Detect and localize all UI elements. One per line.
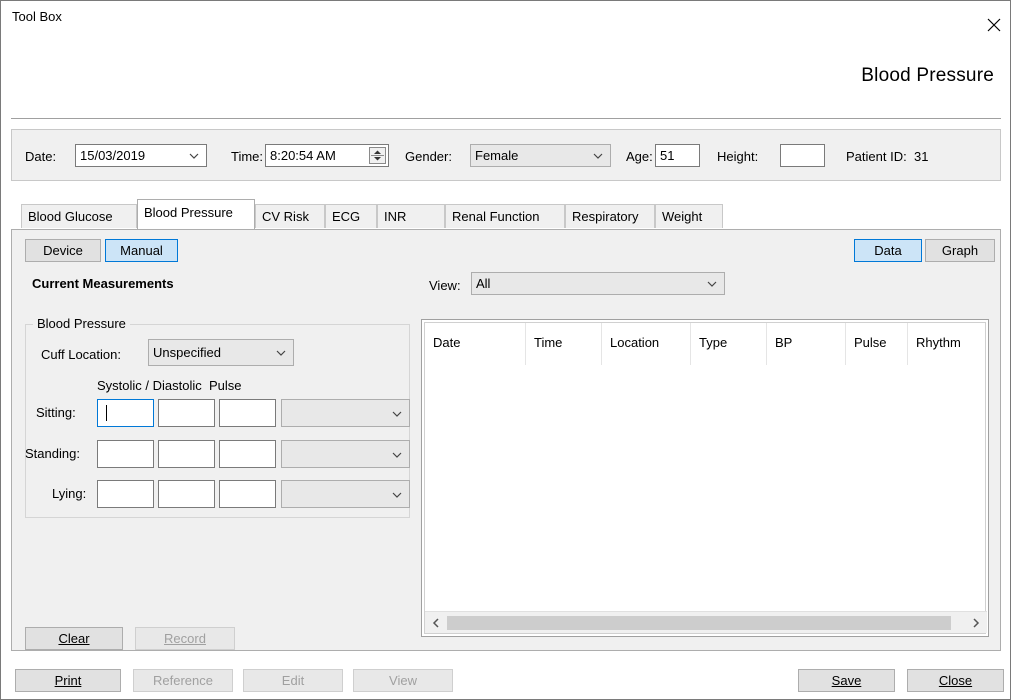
column-header-location[interactable]: Location bbox=[602, 323, 691, 365]
date-label: Date: bbox=[25, 149, 57, 164]
tab-respiratory[interactable]: Respiratory bbox=[565, 204, 655, 228]
tab-strip: Blood Glucose Blood Pressure CV Risk ECG… bbox=[11, 199, 1001, 229]
sitting-pulse-input[interactable] bbox=[219, 399, 276, 427]
tab-inr[interactable]: INR bbox=[377, 204, 445, 228]
date-picker[interactable]: 15/03/2019 bbox=[75, 144, 207, 167]
column-header-rhythm[interactable]: Rhythm bbox=[908, 323, 987, 365]
horizontal-scrollbar[interactable] bbox=[425, 611, 987, 633]
standing-diastolic-input[interactable] bbox=[158, 440, 215, 468]
page-title: Blood Pressure bbox=[861, 65, 994, 86]
tab-weight[interactable]: Weight bbox=[655, 204, 723, 228]
graph-view-button[interactable]: Graph bbox=[925, 239, 995, 262]
time-field[interactable]: 8:20:54 AM bbox=[265, 144, 389, 167]
age-label: Age: bbox=[626, 149, 653, 164]
edit-button: Edit bbox=[243, 669, 343, 692]
tab-blood-glucose[interactable]: Blood Glucose bbox=[21, 204, 137, 228]
chevron-down-icon bbox=[392, 411, 402, 417]
standing-label: Standing: bbox=[25, 446, 80, 461]
cuff-location-select[interactable]: Unspecified bbox=[148, 339, 294, 366]
current-measurements-heading: Current Measurements bbox=[32, 276, 174, 291]
chevron-down-icon bbox=[392, 452, 402, 458]
lying-rhythm-select[interactable] bbox=[281, 480, 410, 508]
column-header-time[interactable]: Time bbox=[526, 323, 602, 365]
lying-pulse-input[interactable] bbox=[219, 480, 276, 508]
clear-label: Clear bbox=[58, 631, 90, 646]
column-header-bp[interactable]: BP bbox=[767, 323, 846, 365]
gender-value: Female bbox=[475, 148, 519, 163]
text-caret bbox=[106, 405, 107, 421]
blood-pressure-group-title: Blood Pressure bbox=[33, 316, 130, 331]
view-filter-value: All bbox=[476, 276, 491, 291]
scroll-right-icon[interactable] bbox=[970, 617, 982, 629]
time-label: Time: bbox=[231, 149, 264, 164]
height-label: Height: bbox=[717, 149, 759, 164]
sitting-diastolic-input[interactable] bbox=[158, 399, 215, 427]
standing-pulse-input[interactable] bbox=[219, 440, 276, 468]
cuff-location-label: Cuff Location: bbox=[41, 347, 121, 362]
patient-id-label: Patient ID: bbox=[846, 149, 907, 164]
column-header-date[interactable]: Date bbox=[425, 323, 526, 365]
lying-label: Lying: bbox=[52, 486, 87, 501]
patient-info-bar: Date: 15/03/2019 Time: 8:20:54 AM Gender… bbox=[11, 129, 1001, 181]
tab-renal-function[interactable]: Renal Function bbox=[445, 204, 565, 228]
measurements-list[interactable]: Date Time Location Type BP Pulse Rhythm bbox=[421, 319, 989, 637]
column-header-pulse[interactable]: Pulse bbox=[846, 323, 908, 365]
column-header-type[interactable]: Type bbox=[691, 323, 767, 365]
standing-systolic-input[interactable] bbox=[97, 440, 154, 468]
sitting-label: Sitting: bbox=[36, 405, 76, 420]
chevron-down-icon bbox=[707, 281, 717, 287]
cuff-location-value: Unspecified bbox=[153, 345, 221, 360]
chevron-down-icon bbox=[276, 350, 286, 356]
device-button[interactable]: Device bbox=[25, 239, 101, 262]
lying-systolic-input[interactable] bbox=[97, 480, 154, 508]
save-button[interactable]: Save bbox=[798, 669, 895, 692]
spinner-arrows-icon bbox=[371, 150, 384, 161]
time-spinner[interactable] bbox=[369, 147, 386, 164]
save-label: Save bbox=[831, 673, 862, 688]
manual-button[interactable]: Manual bbox=[105, 239, 178, 262]
close-button[interactable]: Close bbox=[907, 669, 1004, 692]
print-button[interactable]: Print bbox=[15, 669, 121, 692]
header-divider bbox=[11, 118, 1001, 119]
close-label: Close bbox=[938, 673, 973, 688]
clear-button[interactable]: Clear bbox=[25, 627, 123, 650]
window-title: Tool Box bbox=[12, 9, 62, 24]
view-button: View bbox=[353, 669, 453, 692]
tool-box-window: Tool Box Blood Pressure Date: 15/03/2019… bbox=[0, 0, 1011, 700]
view-filter-select[interactable]: All bbox=[471, 272, 725, 295]
data-view-button[interactable]: Data bbox=[854, 239, 922, 262]
reference-button: Reference bbox=[133, 669, 233, 692]
height-field[interactable] bbox=[780, 144, 825, 167]
lying-diastolic-input[interactable] bbox=[158, 480, 215, 508]
record-button: Record bbox=[135, 627, 235, 650]
sitting-systolic-input[interactable] bbox=[97, 399, 154, 427]
scroll-left-icon[interactable] bbox=[430, 617, 442, 629]
standing-rhythm-select[interactable] bbox=[281, 440, 410, 468]
tab-ecg[interactable]: ECG bbox=[325, 204, 377, 228]
scrollbar-thumb[interactable] bbox=[447, 616, 951, 630]
print-label: Print bbox=[54, 673, 82, 688]
bp-columns-label: Systolic / Diastolic Pulse bbox=[97, 378, 242, 393]
close-icon[interactable] bbox=[984, 15, 1004, 35]
age-value: 51 bbox=[660, 148, 675, 163]
chevron-down-icon bbox=[189, 153, 199, 159]
gender-select[interactable]: Female bbox=[470, 144, 611, 167]
tab-cv-risk[interactable]: CV Risk bbox=[255, 204, 325, 228]
record-label: Record bbox=[164, 631, 206, 646]
chevron-down-icon bbox=[392, 492, 402, 498]
view-filter-label: View: bbox=[429, 278, 461, 293]
measurements-table: Date Time Location Type BP Pulse Rhythm bbox=[424, 322, 987, 634]
gender-label: Gender: bbox=[405, 149, 452, 164]
time-value: 8:20:54 AM bbox=[270, 148, 336, 163]
date-value: 15/03/2019 bbox=[80, 148, 146, 163]
patient-id-value: 31 bbox=[914, 149, 929, 164]
sitting-rhythm-select[interactable] bbox=[281, 399, 410, 427]
chevron-down-icon bbox=[593, 153, 603, 159]
age-field[interactable]: 51 bbox=[655, 144, 700, 167]
tab-blood-pressure[interactable]: Blood Pressure bbox=[137, 199, 255, 229]
